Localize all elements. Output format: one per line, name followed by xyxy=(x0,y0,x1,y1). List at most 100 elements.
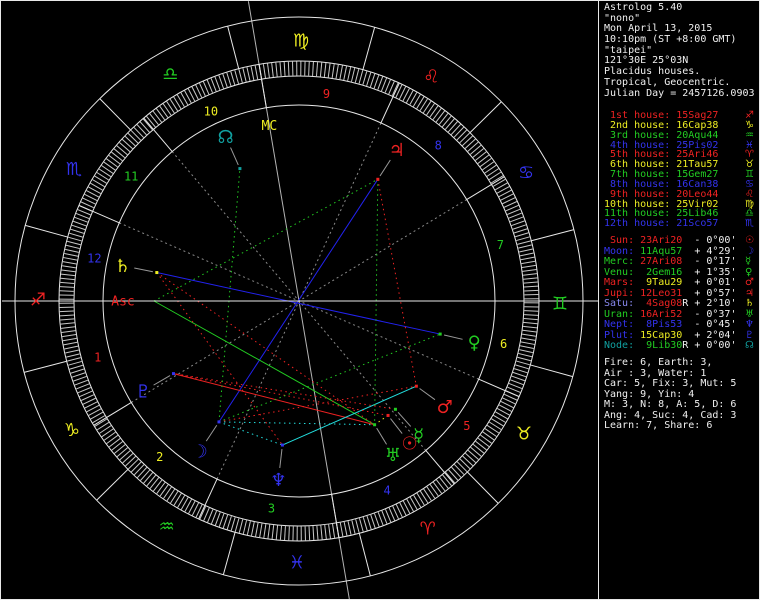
pane-divider xyxy=(598,1,599,599)
house-cusp-spoke xyxy=(258,64,267,108)
house-number-6: 6 xyxy=(500,337,507,351)
degree-tick xyxy=(206,79,213,93)
degree-tick xyxy=(140,469,151,481)
planet-label: Uran: xyxy=(604,308,635,320)
degree-tick xyxy=(477,437,490,448)
degree-tick xyxy=(136,467,148,479)
aspect-line xyxy=(156,272,283,446)
degree-tick xyxy=(271,525,275,540)
degree-tick xyxy=(238,69,243,83)
sign-boundary-spoke xyxy=(469,101,502,133)
degree-tick xyxy=(125,456,136,467)
degree-tick xyxy=(444,118,455,130)
degree-tick xyxy=(327,63,331,78)
degree-tick xyxy=(508,382,523,390)
stat-text: Yang: 9, Yin: 4 xyxy=(604,388,695,400)
sign-glyph-scorpio: ♏ xyxy=(66,159,82,180)
planet-dot-mars xyxy=(414,384,418,388)
house-cusp-spoke xyxy=(331,494,340,538)
planet-pointer-jupiter xyxy=(379,159,391,177)
aspect-line xyxy=(377,179,417,387)
degree-tick xyxy=(130,129,142,141)
planet-glyph-moon: ☽ xyxy=(192,441,208,462)
degree-tick xyxy=(59,310,74,313)
degree-tick xyxy=(347,67,352,81)
degree-tick xyxy=(136,124,147,136)
planet-label: Nept: xyxy=(604,319,635,330)
degree-tick xyxy=(62,265,77,269)
degree-tick xyxy=(121,138,133,150)
degree-tick xyxy=(308,526,311,541)
degree-tick xyxy=(63,257,78,261)
house-cusp-spoke xyxy=(380,82,400,124)
house-number-12: 12 xyxy=(87,252,101,266)
planet-deviation: - 0°17' xyxy=(688,256,737,267)
degree-tick xyxy=(524,310,539,312)
degree-tick xyxy=(517,240,531,245)
degree-tick xyxy=(156,482,166,494)
degree-tick xyxy=(62,334,77,338)
planet-dot-node xyxy=(238,167,242,171)
degree-tick xyxy=(355,519,360,533)
planet-deviation: - 0°45' xyxy=(688,319,737,330)
sign-glyph-libra: ♎ xyxy=(162,64,178,85)
degree-tick xyxy=(507,208,521,215)
degree-tick xyxy=(370,514,376,529)
degree-tick xyxy=(523,281,538,284)
degree-tick xyxy=(312,61,314,76)
sign-glyph-aries: ♈ xyxy=(420,518,436,539)
header-text: "nono" xyxy=(604,12,641,24)
degree-tick xyxy=(377,76,384,90)
degree-tick xyxy=(106,434,119,445)
planet-glyph-node: ☊ xyxy=(218,127,234,148)
degree-tick xyxy=(113,148,126,159)
header-text: 10:10pm (ST +8:00 GMT) xyxy=(604,34,737,46)
header-text: Astrolog 5.40 xyxy=(604,2,683,13)
sign-boundary-spoke xyxy=(358,533,371,577)
degree-tick xyxy=(60,318,75,321)
degree-tick xyxy=(222,514,229,529)
degree-tick xyxy=(517,356,532,362)
degree-tick xyxy=(381,510,388,524)
aspect-line xyxy=(218,333,441,423)
degree-tick xyxy=(77,209,91,216)
sign-boundary-spoke xyxy=(23,360,67,373)
degree-tick xyxy=(226,72,232,87)
planet-label: Satu: xyxy=(604,298,635,309)
degree-tick xyxy=(238,519,244,534)
degree-tick xyxy=(60,322,75,325)
degree-tick xyxy=(146,474,157,487)
degree-tick xyxy=(366,515,372,530)
degree-tick xyxy=(68,360,82,366)
house-cusp-spoke xyxy=(478,378,520,398)
degree-tick xyxy=(515,364,529,370)
house-cusp-value: 21Sco57 xyxy=(676,218,719,230)
degree-tick xyxy=(524,285,539,288)
degree-tick xyxy=(512,371,527,378)
planet-position: 23Ari20 xyxy=(634,235,683,246)
aspect-line xyxy=(156,272,441,335)
house-number-8: 8 xyxy=(435,138,442,152)
degree-tick xyxy=(152,479,163,492)
degree-tick xyxy=(259,523,263,538)
degree-tick xyxy=(60,273,75,277)
stat-text: Ang: 4, Suc: 4, Cad: 3 xyxy=(604,409,737,421)
degree-tick xyxy=(462,135,473,146)
planet-deviation: + 1°35' xyxy=(688,266,737,278)
degree-tick xyxy=(351,520,356,534)
degree-tick xyxy=(513,368,528,374)
planet-icon: ♆ xyxy=(745,319,754,330)
degree-tick xyxy=(516,360,530,366)
stat-text: Air : 3, Water: 1 xyxy=(604,367,707,379)
planet-dot-pluto xyxy=(171,372,175,376)
degree-tick xyxy=(362,71,368,85)
planet-position: 11Aqu57 xyxy=(634,245,683,257)
degree-tick xyxy=(441,115,452,128)
degree-tick xyxy=(70,228,85,234)
degree-tick xyxy=(320,525,323,540)
planet-pointer-sun xyxy=(390,418,403,434)
planet-deviation: + 0°57' xyxy=(688,287,737,299)
degree-tick xyxy=(373,75,380,89)
degree-tick xyxy=(456,129,468,141)
degree-tick xyxy=(319,62,323,77)
